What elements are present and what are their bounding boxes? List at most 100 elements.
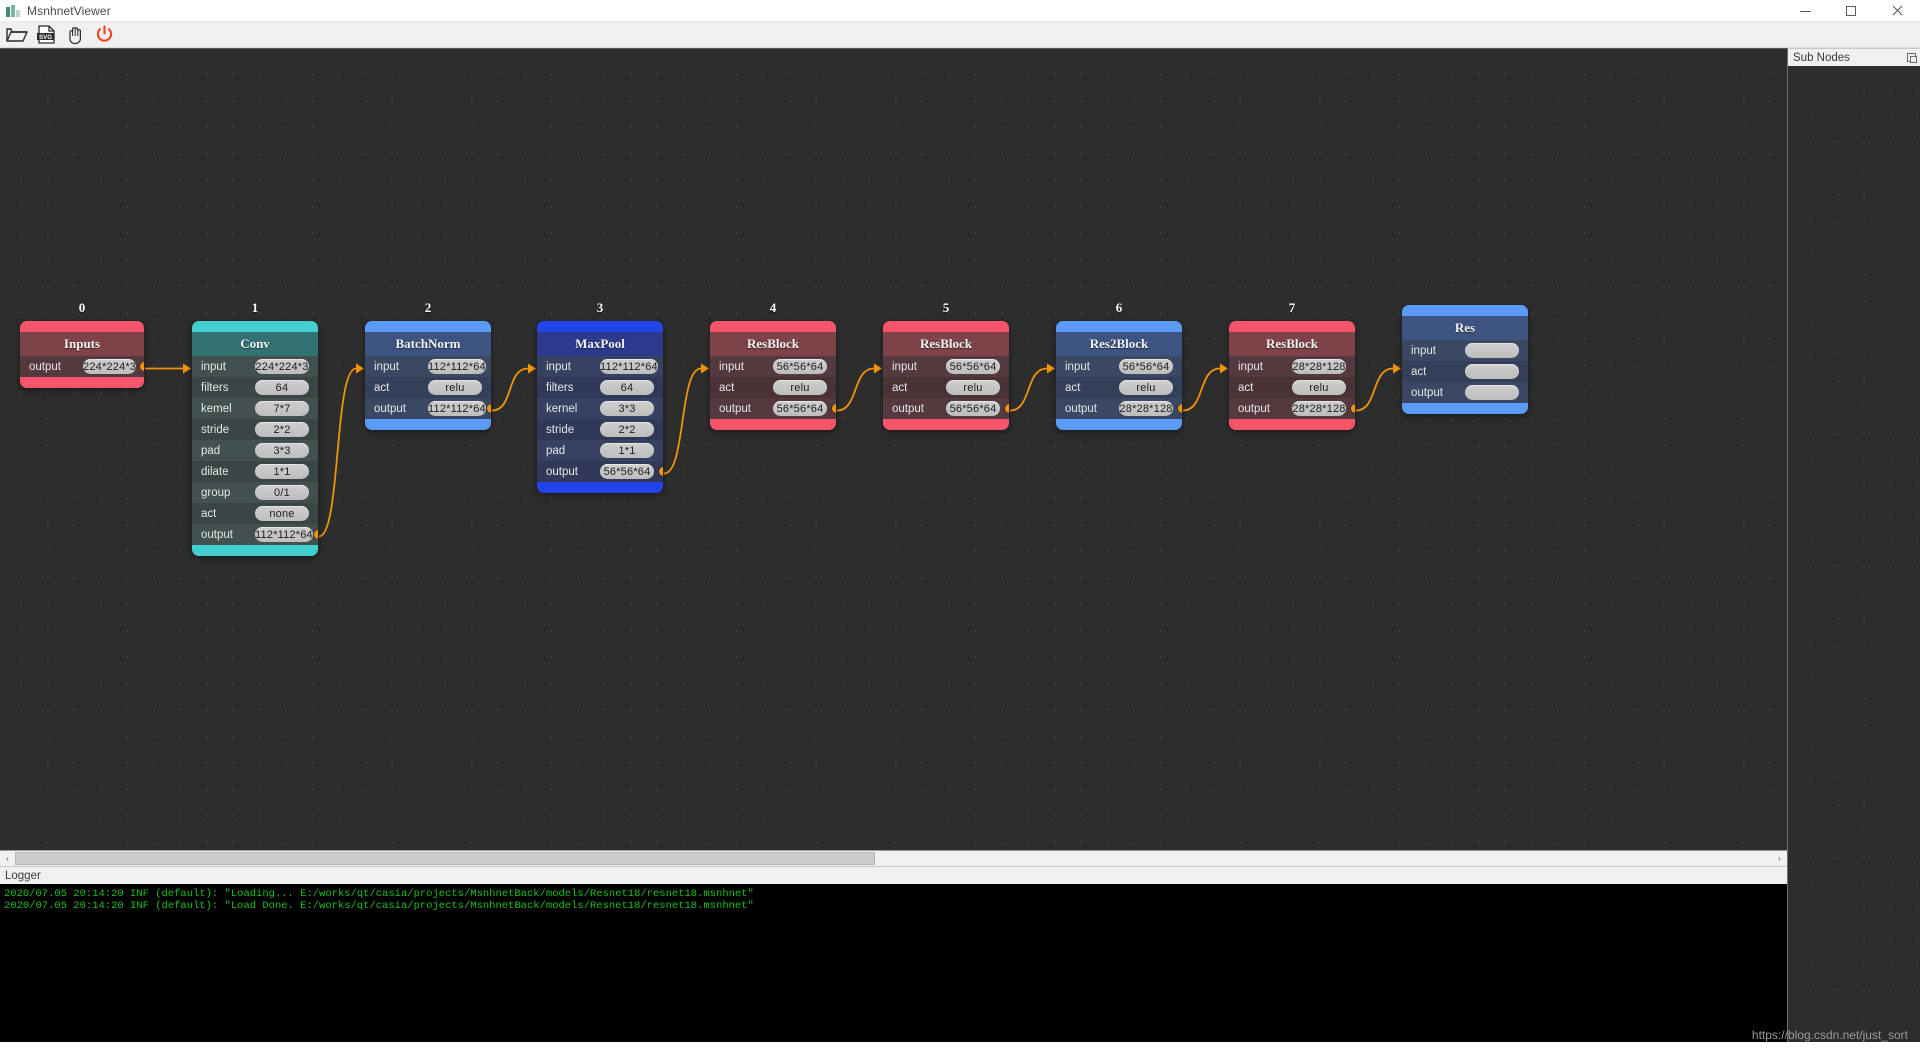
node-row: output 28*28*128	[1229, 398, 1355, 419]
graph-node[interactable]: 2 BatchNorm input 112*112*64 act relu output 11…	[365, 300, 491, 430]
row-value[interactable]: 56*56*64	[773, 401, 827, 416]
node-cap	[1056, 321, 1182, 332]
node-body[interactable]: MaxPool input 112*112*64 filters 64 kernel 3*3…	[537, 321, 663, 493]
node-row: pad 3*3	[192, 440, 318, 461]
graph-canvas[interactable]: 0 Inputs output 224*224*3 1 Conv input 224*224*…	[0, 48, 1787, 850]
row-value[interactable]: 2*2	[255, 422, 309, 437]
node-body[interactable]: Inputs output 224*224*3	[20, 321, 144, 388]
node-row: output 28*28*128	[1056, 398, 1182, 419]
row-value[interactable]: 112*112*64	[428, 401, 486, 416]
node-row: act relu	[1056, 377, 1182, 398]
close-button[interactable]	[1874, 0, 1920, 22]
power-button[interactable]	[91, 23, 117, 47]
minimize-button[interactable]	[1782, 0, 1828, 22]
row-value[interactable]: relu	[946, 380, 1000, 395]
node-body[interactable]: BatchNorm input 112*112*64 act relu output 112…	[365, 321, 491, 430]
maximize-button[interactable]	[1828, 0, 1874, 22]
row-value[interactable]: 28*28*128	[1119, 401, 1173, 416]
row-value[interactable]	[1465, 343, 1519, 358]
scroll-right-arrow[interactable]: ›	[1772, 851, 1787, 866]
row-value[interactable]: 112*112*64	[255, 527, 313, 542]
row-value[interactable]: 112*112*64	[600, 359, 658, 374]
row-value[interactable]: 3*3	[255, 443, 309, 458]
open-file-button[interactable]	[4, 23, 30, 47]
graph-node[interactable]: 5 ResBlock input 56*56*64 act relu output 56*56…	[883, 300, 1009, 430]
row-value[interactable]	[1465, 364, 1519, 379]
node-output-port[interactable]	[832, 404, 836, 413]
node-output-port[interactable]	[659, 467, 663, 476]
row-value[interactable]: 28*28*128	[1292, 359, 1346, 374]
undock-icon[interactable]	[1907, 53, 1917, 63]
graph-node[interactable]: 3 MaxPool input 112*112*64 filters 64 kernel 3*…	[537, 300, 663, 493]
window-title: MsnhnetViewer	[27, 3, 111, 18]
row-value[interactable]	[1465, 385, 1519, 400]
row-value[interactable]: 64	[255, 380, 309, 395]
scroll-left-arrow[interactable]: ‹	[0, 851, 15, 866]
scroll-track[interactable]	[15, 851, 1772, 866]
node-cap	[192, 321, 318, 332]
graph-node[interactable]: 4 ResBlock input 56*56*64 act relu output 56*56…	[710, 300, 836, 430]
row-label: act	[1411, 365, 1427, 378]
export-svg-button[interactable]: SVG	[33, 23, 59, 47]
row-value[interactable]: 0/1	[255, 485, 309, 500]
node-row: input	[1402, 340, 1528, 361]
node-row: output 112*112*64	[192, 524, 318, 545]
node-output-port[interactable]	[1351, 404, 1355, 413]
node-output-port[interactable]	[140, 362, 144, 371]
row-value[interactable]: 56*56*64	[1119, 359, 1173, 374]
row-value[interactable]: relu	[1292, 380, 1346, 395]
scroll-thumb[interactable]	[15, 852, 875, 865]
row-value[interactable]: 56*56*64	[773, 359, 827, 374]
node-foot	[1056, 419, 1182, 430]
graph-node[interactable]: 6 Res2Block input 56*56*64 act relu output 28*2…	[1056, 300, 1182, 430]
node-body[interactable]: ResBlock input 56*56*64 act relu output 56*56*…	[710, 321, 836, 430]
node-output-port[interactable]	[314, 530, 318, 539]
row-label: stride	[546, 423, 575, 436]
node-row: filters 64	[537, 377, 663, 398]
logger-output[interactable]: 2020/07.05 20:14:20 INF (default): "Load…	[0, 884, 1787, 1048]
row-value[interactable]: 7*7	[255, 401, 309, 416]
row-value[interactable]: 224*224*3	[83, 359, 137, 374]
node-output-port[interactable]	[487, 404, 491, 413]
node-body[interactable]: ResBlock input 28*28*128 act relu output 28*28…	[1229, 321, 1355, 430]
row-value[interactable]: 56*56*64	[600, 464, 654, 479]
power-icon	[96, 25, 112, 42]
row-value[interactable]: relu	[1119, 380, 1173, 395]
row-value[interactable]: 112*112*64	[428, 359, 486, 374]
graph-node[interactable]: 7 ResBlock input 28*28*128 act relu output 28*2…	[1229, 300, 1355, 430]
node-body[interactable]: Res2Block input 56*56*64 act relu output 28*28…	[1056, 321, 1182, 430]
row-value[interactable]: 1*1	[255, 464, 309, 479]
node-body[interactable]: Res input act output	[1402, 305, 1528, 414]
node-index-label: 7	[1288, 300, 1296, 315]
row-value[interactable]: none	[255, 506, 309, 521]
row-value[interactable]: relu	[773, 380, 827, 395]
graph-node[interactable]: 1 Conv input 224*224*3 filters 64 kemel 7*7 stri…	[192, 300, 318, 556]
node-body[interactable]: Conv input 224*224*3 filters 64 kemel 7*7 strid…	[192, 321, 318, 556]
row-label: input	[1065, 360, 1090, 373]
row-value[interactable]: 56*56*64	[946, 359, 1000, 374]
node-cap	[883, 321, 1009, 332]
row-value[interactable]: relu	[428, 380, 482, 395]
node-output-port[interactable]	[1005, 404, 1009, 413]
row-value[interactable]: 28*28*128	[1292, 401, 1346, 416]
row-value[interactable]: 2*2	[600, 422, 654, 437]
graph-node[interactable]: 0 Inputs output 224*224*3	[20, 300, 144, 388]
row-value[interactable]: 56*56*64	[946, 401, 1000, 416]
canvas-horizontal-scrollbar[interactable]: ‹ ›	[0, 850, 1787, 866]
row-value[interactable]: 64	[600, 380, 654, 395]
node-body[interactable]: ResBlock input 56*56*64 act relu output 56*56*…	[883, 321, 1009, 430]
row-label: act	[1238, 381, 1254, 394]
svg-file-icon: SVG	[36, 25, 55, 44]
pan-tool-button[interactable]	[62, 23, 88, 47]
node-row: input 56*56*64	[883, 356, 1009, 377]
row-value[interactable]: 1*1	[600, 443, 654, 458]
sub-nodes-canvas[interactable]	[1788, 66, 1920, 1048]
graph-node[interactable]: Res input act output	[1402, 300, 1528, 414]
row-label: act	[892, 381, 908, 394]
row-value[interactable]: 3*3	[600, 401, 654, 416]
minimize-icon	[1799, 10, 1811, 12]
row-value[interactable]: 224*224*3	[255, 359, 309, 374]
node-foot	[192, 545, 318, 556]
node-output-port[interactable]	[1178, 404, 1182, 413]
row-label: kernel	[546, 402, 578, 415]
